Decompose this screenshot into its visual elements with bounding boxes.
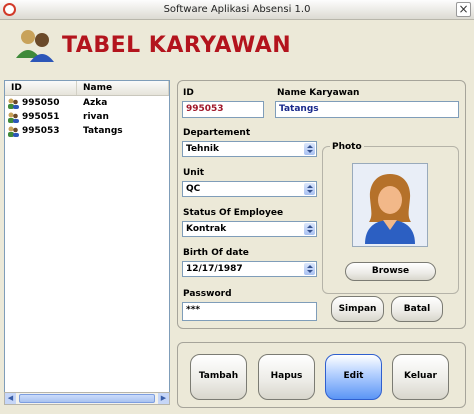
- browse-button[interactable]: Browse: [345, 262, 436, 281]
- name-label: Name Karyawan: [277, 88, 360, 98]
- column-header-id[interactable]: ID: [5, 81, 77, 95]
- spin-arrows-icon[interactable]: [304, 263, 315, 275]
- spin-arrows-icon[interactable]: [304, 223, 315, 235]
- employee-list[interactable]: ID Name 995050 Azka 995051 rivan 995053 …: [4, 80, 170, 394]
- page-title: TABEL KARYAWAN: [62, 33, 292, 58]
- status-value: Kontrak: [186, 224, 227, 234]
- row-id: 995053: [22, 126, 60, 136]
- user-icon: [8, 112, 19, 123]
- list-item[interactable]: 995051 rivan: [5, 110, 169, 124]
- row-id: 995050: [22, 98, 60, 108]
- close-button[interactable]: ×: [456, 2, 471, 17]
- id-label: ID: [183, 88, 194, 98]
- unit-label: Unit: [183, 168, 205, 178]
- birth-date-label: Birth Of date: [183, 248, 249, 258]
- window-title: Software Aplikasi Absensi 1.0: [163, 4, 311, 15]
- password-field[interactable]: ***: [182, 302, 317, 321]
- spin-arrows-icon[interactable]: [304, 183, 315, 195]
- user-icon: [8, 98, 19, 109]
- password-label: Password: [183, 289, 232, 299]
- unit-select[interactable]: QC: [182, 181, 317, 197]
- user-icon: [8, 126, 19, 137]
- scroll-left-icon[interactable]: ◀: [5, 393, 16, 404]
- cancel-button[interactable]: Batal: [391, 296, 443, 322]
- scroll-right-icon[interactable]: ▶: [158, 393, 169, 404]
- delete-button[interactable]: Hapus: [258, 354, 315, 400]
- list-header: ID Name: [5, 81, 169, 96]
- row-name: rivan: [83, 112, 109, 122]
- spin-arrows-icon[interactable]: [304, 143, 315, 155]
- row-name: Tatangs: [83, 126, 123, 136]
- photo-label: Photo: [330, 142, 364, 152]
- list-item[interactable]: 995053 Tatangs: [5, 124, 169, 138]
- status-label: Status Of Employee: [183, 208, 284, 218]
- department-value: Tehnik: [186, 144, 219, 154]
- department-label: Departement: [183, 128, 251, 138]
- person-avatar-icon: [353, 164, 427, 246]
- scroll-thumb[interactable]: [19, 394, 155, 403]
- birth-date-value: 12/17/1987: [186, 264, 243, 274]
- list-item[interactable]: 995050 Azka: [5, 96, 169, 110]
- id-field[interactable]: 995053: [182, 101, 264, 118]
- birth-date-picker[interactable]: 12/17/1987: [182, 261, 317, 277]
- row-id: 995051: [22, 112, 60, 122]
- department-select[interactable]: Tehnik: [182, 141, 317, 157]
- save-button[interactable]: Simpan: [331, 296, 384, 322]
- unit-value: QC: [186, 184, 201, 194]
- exit-button[interactable]: Keluar: [392, 354, 449, 400]
- name-field[interactable]: Tatangs: [275, 101, 459, 118]
- row-name: Azka: [83, 98, 108, 108]
- add-button[interactable]: Tambah: [190, 354, 247, 400]
- column-header-name[interactable]: Name: [77, 81, 169, 95]
- horizontal-scrollbar[interactable]: ◀ ▶: [4, 392, 170, 405]
- photo-box: [352, 163, 428, 247]
- status-select[interactable]: Kontrak: [182, 221, 317, 237]
- edit-button[interactable]: Edit: [325, 354, 382, 400]
- users-icon: [16, 30, 54, 62]
- title-bar: Software Aplikasi Absensi 1.0 ×: [0, 0, 474, 20]
